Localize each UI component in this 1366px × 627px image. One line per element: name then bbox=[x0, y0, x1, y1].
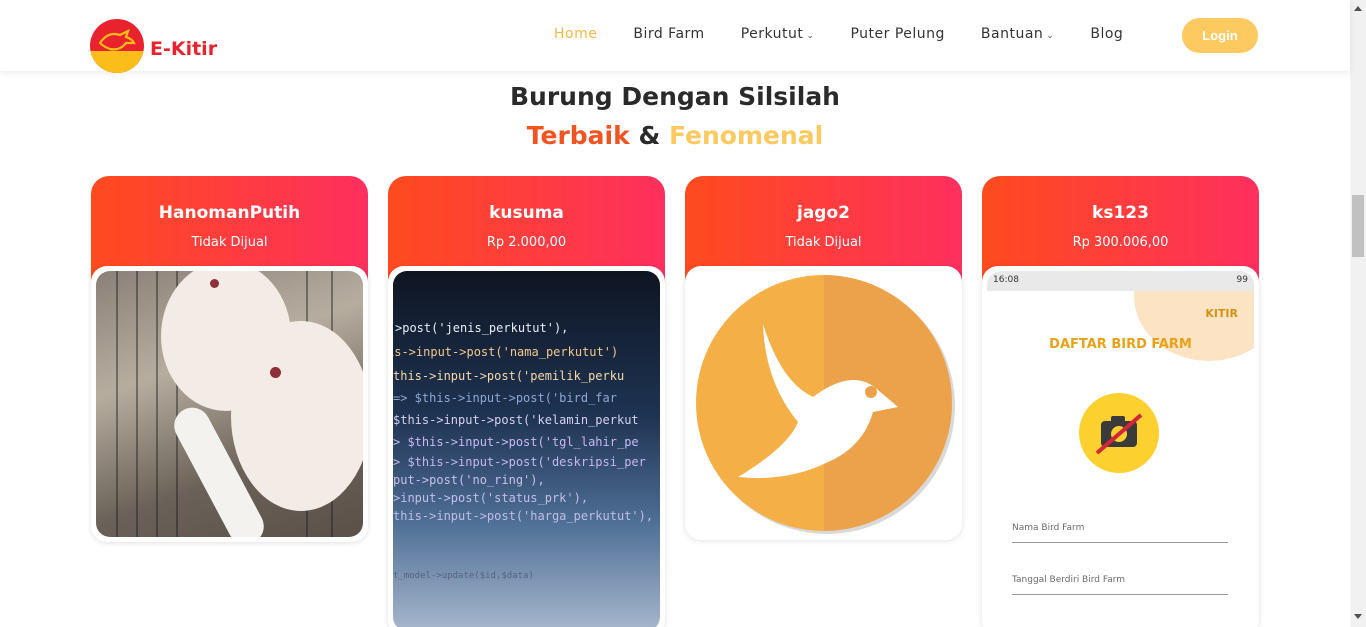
page-scrollbar[interactable] bbox=[1350, 0, 1366, 627]
phone-title: DAFTAR BIRD FARM bbox=[1049, 337, 1192, 352]
bird-logo-icon bbox=[90, 19, 144, 73]
card-image[interactable]: 16:08 99 KITIR DAFTAR BIRD FARM Nama Bir… bbox=[982, 266, 1259, 627]
card-price: Tidak Dijual bbox=[785, 235, 862, 250]
card-image[interactable] bbox=[91, 266, 368, 542]
code-line: > $this->input->post('deskripsi_per bbox=[393, 455, 646, 469]
subtitle-ampersand: & bbox=[638, 121, 661, 150]
code-screen-photo: >post('jenis_perkutut'), is->input->post… bbox=[393, 271, 660, 627]
bird-card[interactable]: jago2 Tidak Dijual bbox=[685, 176, 962, 540]
camera-off-icon bbox=[1079, 393, 1159, 473]
bird-card[interactable]: kusuma Rp 2.000,00 >post('jenis_perkutut… bbox=[388, 176, 665, 627]
code-line: >post('jenis_perkutut'), bbox=[395, 321, 569, 335]
section-title: Burung Dengan Silsilah bbox=[510, 82, 840, 111]
section-subtitle: Terbaik & Fenomenal bbox=[0, 121, 1350, 150]
nav-bantuan[interactable]: Bantuan ⌄ bbox=[981, 26, 1054, 42]
nav-bird-farm[interactable]: Bird Farm bbox=[633, 26, 704, 42]
white-doves-photo bbox=[96, 271, 363, 537]
brand-logo[interactable]: E-Kitir bbox=[90, 19, 217, 73]
phone-status-battery: 99 bbox=[1236, 275, 1248, 285]
subtitle-word-terbaik: Terbaik bbox=[526, 121, 630, 150]
scroll-up-arrow-icon[interactable] bbox=[1354, 6, 1362, 11]
card-price: Rp 2.000,00 bbox=[486, 235, 567, 250]
bird-circle-icon bbox=[695, 275, 955, 534]
code-line: > $this->input->post('tgl_lahir_pe bbox=[393, 435, 639, 449]
code-line: >input->post('status_prk'), bbox=[393, 491, 589, 505]
bird-card[interactable]: ks123 Rp 300.006,00 16:08 99 KITIR DAFTA… bbox=[982, 176, 1259, 627]
code-line: => $this->input->post('bird_far bbox=[393, 391, 617, 405]
app-screenshot: 16:08 99 KITIR DAFTAR BIRD FARM Nama Bir… bbox=[987, 271, 1254, 627]
bird-card[interactable]: HanomanPutih Tidak Dijual bbox=[91, 176, 368, 542]
phone-field-label: Tanggal Berdiri Bird Farm bbox=[1012, 575, 1126, 585]
code-line: this->input->post('harga_perkutut'), bbox=[393, 509, 654, 523]
brand-name: E-Kitir bbox=[150, 38, 218, 60]
card-bird-name: kusuma bbox=[489, 203, 564, 223]
bird-logo-image bbox=[690, 271, 957, 535]
code-line: put->post('no_ring'), bbox=[393, 473, 545, 487]
phone-field-label: Nama Bird Farm bbox=[1012, 523, 1085, 533]
card-image[interactable] bbox=[685, 266, 962, 540]
chevron-down-icon: ⌄ bbox=[1046, 31, 1055, 41]
navbar: E-Kitir Home Bird Farm Perkutut ⌄ Puter P… bbox=[0, 0, 1350, 73]
card-bird-name: ks123 bbox=[1092, 203, 1149, 223]
card-bird-name: jago2 bbox=[797, 203, 850, 223]
card-price: Rp 300.006,00 bbox=[1072, 235, 1169, 250]
code-line: t_model->update($id,$data) bbox=[393, 571, 534, 581]
code-line: $this->input->post('kelamin_perkut bbox=[393, 413, 639, 427]
code-line: this->input->post('pemilik_perku bbox=[393, 369, 625, 383]
main-nav: Home Bird Farm Perkutut ⌄ Puter Pelung Ba… bbox=[554, 26, 1159, 42]
nav-perkutut[interactable]: Perkutut ⌄ bbox=[741, 26, 815, 42]
phone-status-time: 16:08 bbox=[993, 275, 1019, 285]
card-price: Tidak Dijual bbox=[191, 235, 268, 250]
scroll-thumb[interactable] bbox=[1352, 195, 1364, 257]
nav-puter-pelung[interactable]: Puter Pelung bbox=[850, 26, 944, 42]
nav-home[interactable]: Home bbox=[554, 26, 597, 42]
subtitle-word-fenomenal: Fenomenal bbox=[668, 121, 824, 150]
card-bird-name: HanomanPutih bbox=[158, 203, 301, 223]
chevron-down-icon: ⌄ bbox=[806, 31, 815, 41]
scroll-down-arrow-icon[interactable] bbox=[1354, 614, 1362, 619]
nav-blog[interactable]: Blog bbox=[1090, 26, 1123, 42]
card-image[interactable]: >post('jenis_perkutut'), is->input->post… bbox=[388, 266, 665, 627]
code-line: is->input->post('nama_perkutut') bbox=[393, 345, 619, 359]
phone-logo: KITIR bbox=[1205, 307, 1238, 320]
login-button[interactable]: Login bbox=[1182, 18, 1258, 53]
